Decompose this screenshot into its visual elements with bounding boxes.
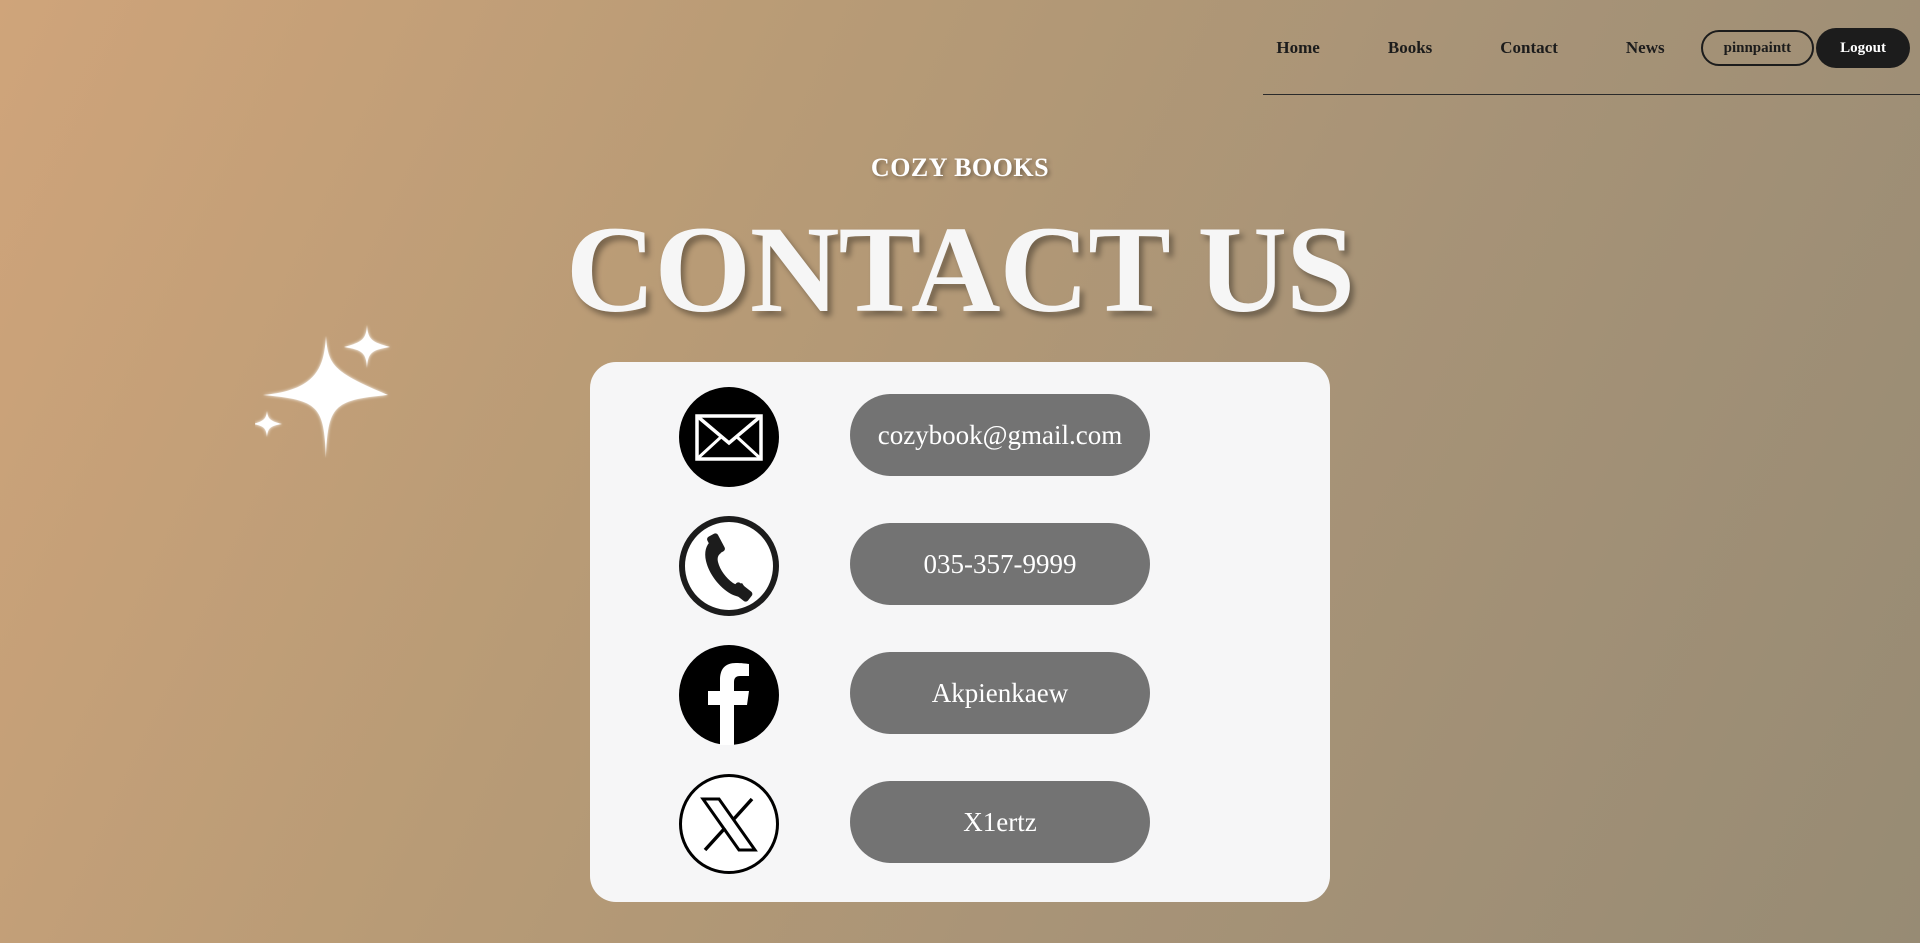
email-pill[interactable]: cozybook@gmail.com [850, 394, 1150, 476]
x-icon[interactable] [679, 774, 779, 874]
logout-button[interactable]: Logout [1816, 28, 1910, 68]
mail-icon[interactable] [679, 387, 779, 487]
contact-row-x: X1ertz [590, 774, 1330, 874]
phone-icon[interactable] [679, 516, 779, 616]
contact-card: cozybook@gmail.com 035-357-9999 Akpienka… [590, 362, 1330, 902]
contact-row-email: cozybook@gmail.com [590, 387, 1330, 487]
contact-row-phone: 035-357-9999 [590, 516, 1330, 616]
nav-news-link[interactable]: News [1592, 38, 1699, 58]
phone-pill[interactable]: 035-357-9999 [850, 523, 1150, 605]
nav-divider [1263, 94, 1920, 95]
brand-name: COZY BOOKS [870, 153, 1050, 182]
nav-home-link[interactable]: Home [1276, 38, 1353, 58]
facebook-pill[interactable]: Akpienkaew [850, 652, 1150, 734]
nav-contact-link[interactable]: Contact [1466, 38, 1592, 58]
user-profile-button[interactable]: pinnpaintt [1700, 30, 1815, 66]
top-nav: Home Books Contact News pinnpaintt Logou… [1276, 28, 1910, 68]
x-pill[interactable]: X1ertz [850, 781, 1150, 863]
page-title: CONTACT US [565, 201, 1355, 338]
nav-books-link[interactable]: Books [1354, 38, 1466, 58]
contact-row-facebook: Akpienkaew [590, 645, 1330, 745]
facebook-icon[interactable] [679, 645, 779, 745]
sparkle-icon [255, 325, 390, 458]
